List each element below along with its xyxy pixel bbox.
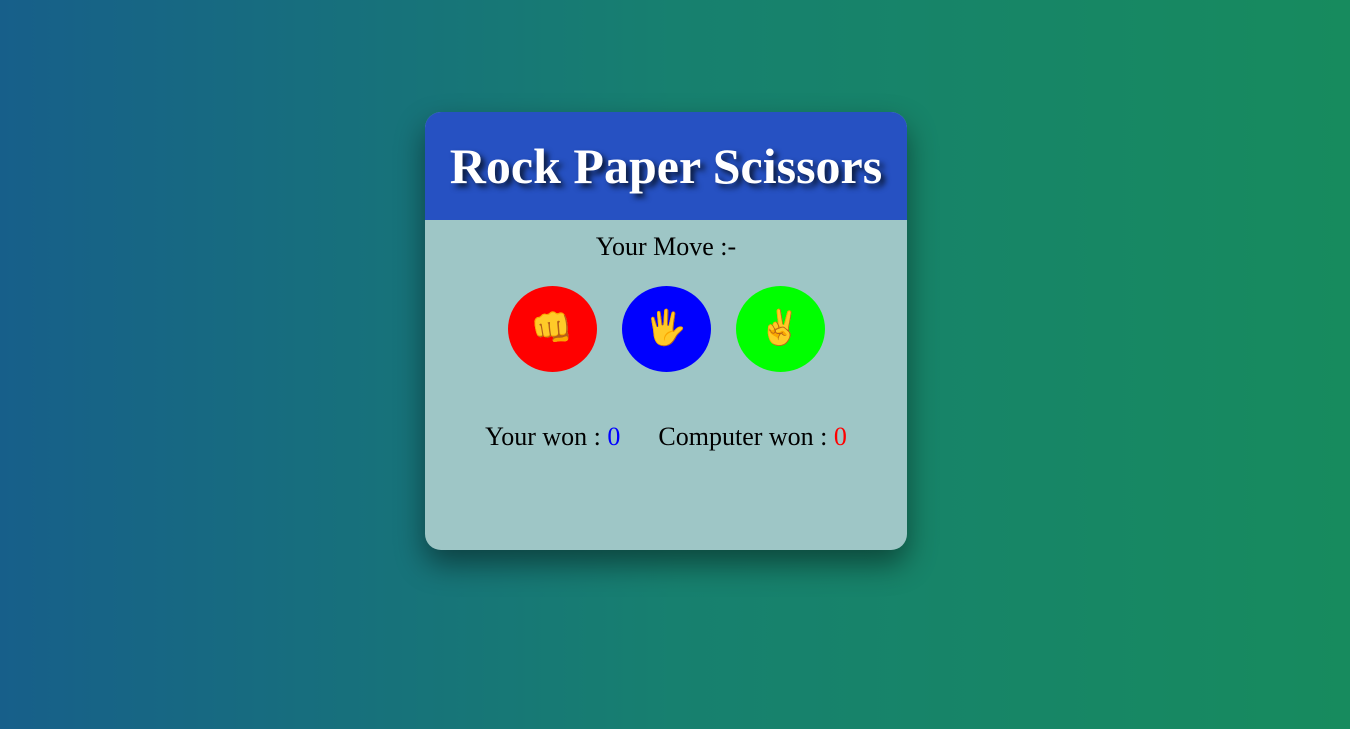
your-move-label: Your Move :- (595, 232, 737, 261)
user-score: Your won : 0 (485, 422, 620, 452)
raised-hand-icon: 🖐 (644, 310, 688, 347)
computer-score: Computer won : 0 (658, 422, 847, 452)
game-card: Rock Paper Scissors Your Move :- 👊 🖐 ✌ Y… (425, 112, 907, 550)
page-title: Rock Paper Scissors (449, 138, 883, 194)
paper-button[interactable]: 🖐 (621, 286, 711, 372)
header-bar: Rock Paper Scissors (425, 112, 907, 220)
victory-hand-icon: ✌ (758, 310, 802, 347)
rock-button[interactable]: 👊 (507, 286, 597, 372)
scissors-button[interactable]: ✌ (735, 286, 825, 372)
choice-group: 👊 🖐 ✌ (425, 286, 907, 372)
computer-score-label: Computer won : (658, 422, 828, 451)
scoreboard: Your won : 0 Computer won : 0 (425, 422, 907, 452)
user-score-label: Your won : (485, 422, 601, 451)
fist-icon: 👊 (530, 310, 574, 347)
user-score-value: 0 (607, 422, 621, 451)
computer-score-value: 0 (833, 422, 847, 451)
